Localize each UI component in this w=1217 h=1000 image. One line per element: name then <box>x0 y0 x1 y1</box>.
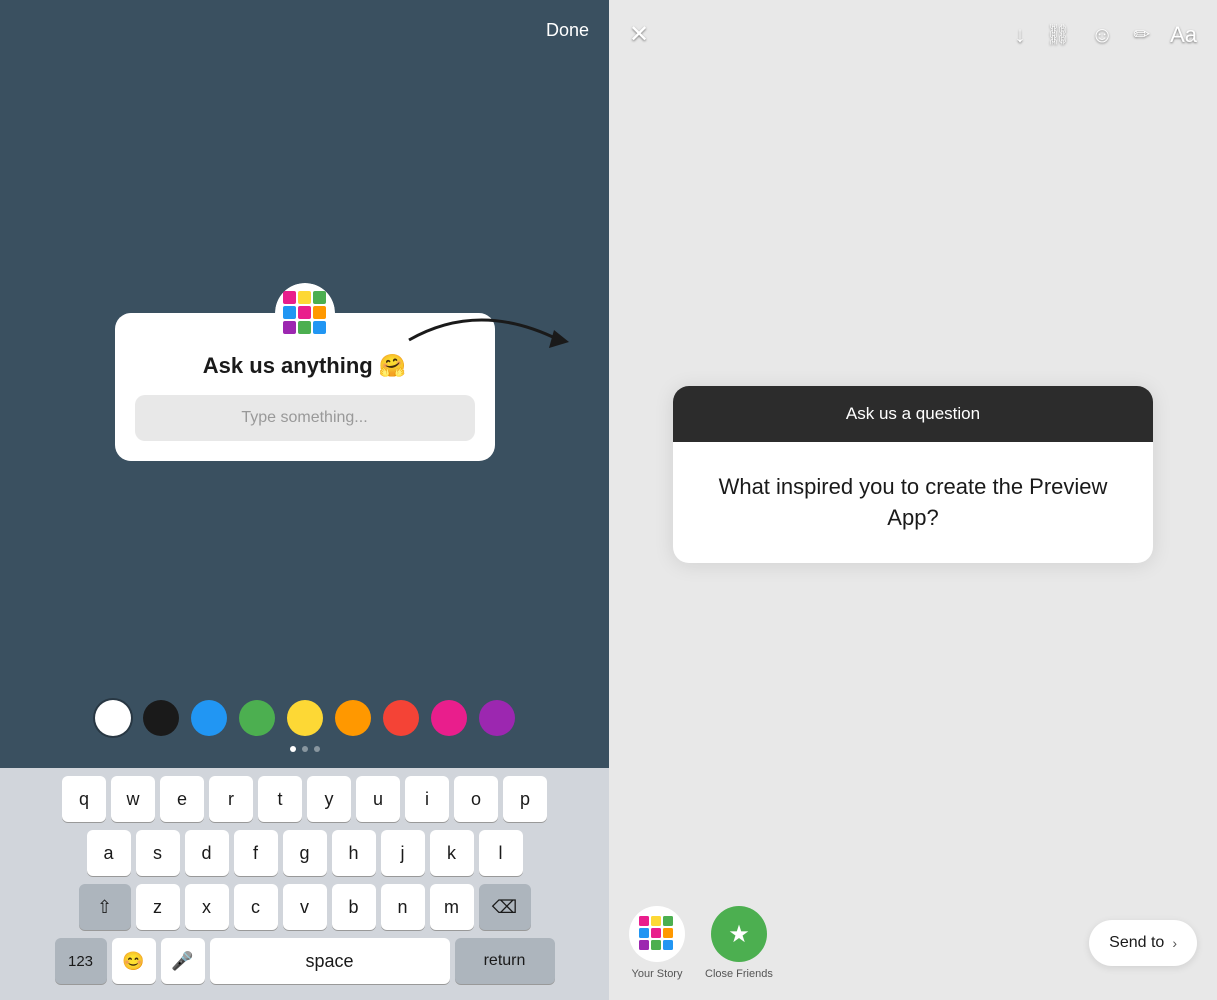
key-u[interactable]: u <box>356 776 400 822</box>
color-yellow[interactable] <box>287 700 323 736</box>
arrow-icon <box>399 290 579 390</box>
key-d[interactable]: d <box>185 830 229 876</box>
svg-text:★: ★ <box>728 921 750 948</box>
close-icon[interactable]: ✕ <box>629 20 649 49</box>
key-delete[interactable]: ⌫ <box>479 884 531 930</box>
key-s[interactable]: s <box>136 830 180 876</box>
key-y[interactable]: y <box>307 776 351 822</box>
key-j[interactable]: j <box>381 830 425 876</box>
keyboard-row-2: a s d f g h j k l <box>4 830 605 876</box>
type-input-placeholder[interactable]: Type something... <box>135 395 475 441</box>
key-g[interactable]: g <box>283 830 327 876</box>
keyboard-row-3: ⇧ z x c v b n m ⌫ <box>4 884 605 930</box>
your-story-option[interactable]: Your Story <box>629 906 685 980</box>
key-p[interactable]: p <box>503 776 547 822</box>
key-c[interactable]: c <box>234 884 278 930</box>
key-n[interactable]: n <box>381 884 425 930</box>
key-return[interactable]: return <box>455 938 555 984</box>
page-dot-1 <box>290 746 296 752</box>
bottom-bar: Your Story ★ Close Friends Send to › <box>609 890 1217 1000</box>
toolbar-right-icons: ↓ ⛓ ☺ ✏ Aa <box>1014 22 1197 48</box>
key-h[interactable]: h <box>332 830 376 876</box>
story-options: Your Story ★ Close Friends <box>629 906 773 980</box>
right-main: Ask us a question What inspired you to c… <box>609 59 1217 890</box>
keyboard-row-4: 123 😊 🎤 space return <box>4 938 605 984</box>
key-w[interactable]: w <box>111 776 155 822</box>
send-to-button[interactable]: Send to › <box>1089 920 1197 966</box>
key-z[interactable]: z <box>136 884 180 930</box>
key-123[interactable]: 123 <box>55 938 107 984</box>
color-blue[interactable] <box>191 700 227 736</box>
color-green[interactable] <box>239 700 275 736</box>
text-icon[interactable]: Aa <box>1170 22 1197 48</box>
question-body: What inspired you to create the Preview … <box>673 442 1153 564</box>
your-story-label: Your Story <box>632 968 683 980</box>
page-dot-2 <box>302 746 308 752</box>
key-i[interactable]: i <box>405 776 449 822</box>
key-space[interactable]: space <box>210 938 450 984</box>
question-display-card: Ask us a question What inspired you to c… <box>673 386 1153 564</box>
key-r[interactable]: r <box>209 776 253 822</box>
key-a[interactable]: a <box>87 830 131 876</box>
left-panel: Done <box>0 0 609 1000</box>
sticker-icon[interactable]: ☺ <box>1091 22 1113 48</box>
send-to-chevron-icon: › <box>1172 935 1177 951</box>
question-body-text: What inspired you to create the Preview … <box>697 472 1129 534</box>
color-black[interactable] <box>143 700 179 736</box>
key-t[interactable]: t <box>258 776 302 822</box>
sticker-area: Ask us anything 🤗 Type something... <box>0 0 609 684</box>
key-k[interactable]: k <box>430 830 474 876</box>
grid-logo <box>275 283 335 343</box>
color-white[interactable] <box>95 700 131 736</box>
send-to-label: Send to <box>1109 934 1164 952</box>
question-header: Ask us a question <box>673 386 1153 442</box>
question-header-text: Ask us a question <box>846 404 980 423</box>
right-panel: ✕ ↓ ⛓ ☺ ✏ Aa Ask us a question What insp… <box>609 0 1217 1000</box>
key-shift[interactable]: ⇧ <box>79 884 131 930</box>
key-m[interactable]: m <box>430 884 474 930</box>
page-indicators <box>290 746 320 752</box>
keyboard-row-1: q w e r t y u i o p <box>4 776 605 822</box>
draw-icon[interactable]: ✏ <box>1133 22 1150 47</box>
download-icon[interactable]: ↓ <box>1014 22 1025 48</box>
right-toolbar: ✕ ↓ ⛓ ☺ ✏ Aa <box>609 0 1217 59</box>
color-picker-section <box>0 684 609 768</box>
key-q[interactable]: q <box>62 776 106 822</box>
key-x[interactable]: x <box>185 884 229 930</box>
color-red[interactable] <box>383 700 419 736</box>
color-dots <box>95 700 515 736</box>
close-friends-option[interactable]: ★ Close Friends <box>705 906 773 980</box>
key-e[interactable]: e <box>160 776 204 822</box>
key-mic[interactable]: 🎤 <box>161 938 205 984</box>
key-l[interactable]: l <box>479 830 523 876</box>
page-dot-3 <box>314 746 320 752</box>
close-friends-label: Close Friends <box>705 968 773 980</box>
close-friends-icon: ★ <box>711 906 767 962</box>
key-emoji[interactable]: 😊 <box>112 938 156 984</box>
keyboard: q w e r t y u i o p a s d f g h j k l ⇧ … <box>0 768 609 1000</box>
color-purple[interactable] <box>479 700 515 736</box>
key-o[interactable]: o <box>454 776 498 822</box>
done-button[interactable]: Done <box>546 20 589 41</box>
color-orange[interactable] <box>335 700 371 736</box>
key-f[interactable]: f <box>234 830 278 876</box>
color-pink[interactable] <box>431 700 467 736</box>
key-v[interactable]: v <box>283 884 327 930</box>
your-story-icon <box>629 906 685 962</box>
key-b[interactable]: b <box>332 884 376 930</box>
link-icon[interactable]: ⛓ <box>1045 22 1070 47</box>
